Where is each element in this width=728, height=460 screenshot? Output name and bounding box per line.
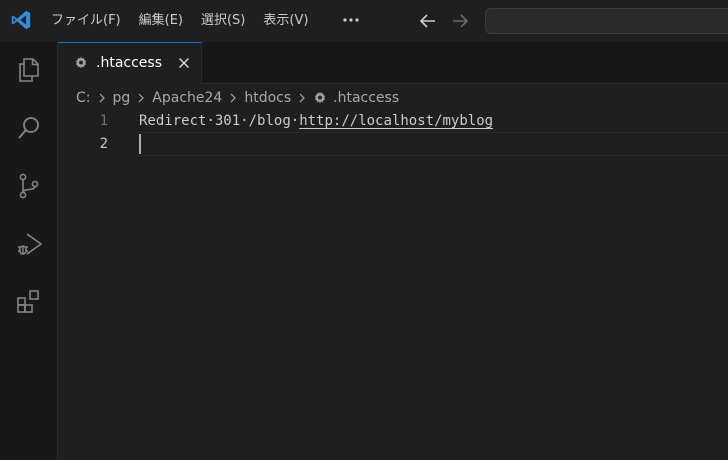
code-token: 301 [214, 113, 241, 129]
vscode-logo-icon[interactable] [10, 9, 32, 31]
code-editor[interactable]: 1 Redirect·301·/blog·http://localhost/my… [58, 110, 728, 460]
code-token: Redirect [139, 113, 207, 129]
gear-icon [315, 91, 326, 104]
extensions-icon [17, 290, 39, 313]
breadcrumb-pg[interactable]: pg [113, 90, 131, 106]
url-link[interactable]: http://localhost/myblog [299, 113, 493, 129]
explorer-button[interactable] [13, 54, 45, 86]
ellipsis-icon[interactable] [339, 8, 363, 32]
search-button[interactable] [13, 112, 45, 144]
chevron-right-icon [230, 93, 237, 103]
code-line[interactable]: 1 Redirect·301·/blog·http://localhost/my… [58, 110, 728, 133]
run-debug-icon [18, 233, 43, 255]
close-icon[interactable] [176, 55, 192, 71]
breadcrumb-htdocs[interactable]: htdocs [244, 90, 291, 106]
arrow-right-icon[interactable] [448, 9, 472, 33]
breadcrumb-file[interactable]: .htaccess [333, 90, 399, 106]
menu-file[interactable]: ファイル(F) [43, 8, 130, 34]
menu-edit[interactable]: 編集(E) [130, 8, 192, 34]
tab-bar: .htaccess [58, 42, 728, 84]
code-line[interactable]: 2 [58, 133, 728, 156]
source-control-icon [19, 173, 39, 199]
tab-label: .htaccess [96, 55, 162, 71]
breadcrumb-drive[interactable]: C: [76, 90, 91, 106]
activity-bar [0, 42, 58, 460]
search-icon [18, 117, 39, 139]
breadcrumb: C: pg Apache24 htdocs .htaccess [76, 88, 399, 108]
menu-view[interactable]: 表示(V) [254, 8, 317, 34]
menu-selection[interactable]: 選択(S) [192, 8, 254, 34]
chevron-right-icon [138, 93, 145, 103]
chevron-right-icon [99, 93, 105, 103]
gear-icon [75, 56, 87, 69]
extensions-button[interactable] [13, 286, 45, 318]
run-debug-button[interactable] [13, 228, 45, 260]
code-token: /blog [248, 113, 291, 129]
command-center-search[interactable] [485, 8, 728, 34]
source-control-button[interactable] [13, 170, 45, 202]
tab-htaccess[interactable]: .htaccess [58, 42, 202, 84]
line-content: Redirect·301·/blog·http://localhost/mybl… [139, 113, 494, 129]
line-number: 2 [99, 136, 108, 152]
title-bar: ファイル(F) 編集(E) 選択(S) 表示(V) [0, 0, 728, 42]
arrow-left-icon[interactable] [416, 9, 440, 33]
explorer-icon [19, 58, 39, 82]
text-cursor [139, 134, 141, 154]
menu-bar: ファイル(F) 編集(E) 選択(S) 表示(V) [43, 0, 317, 42]
breadcrumb-apache24[interactable]: Apache24 [152, 90, 222, 106]
line-number: 1 [99, 113, 108, 129]
chevron-right-icon [299, 93, 305, 103]
